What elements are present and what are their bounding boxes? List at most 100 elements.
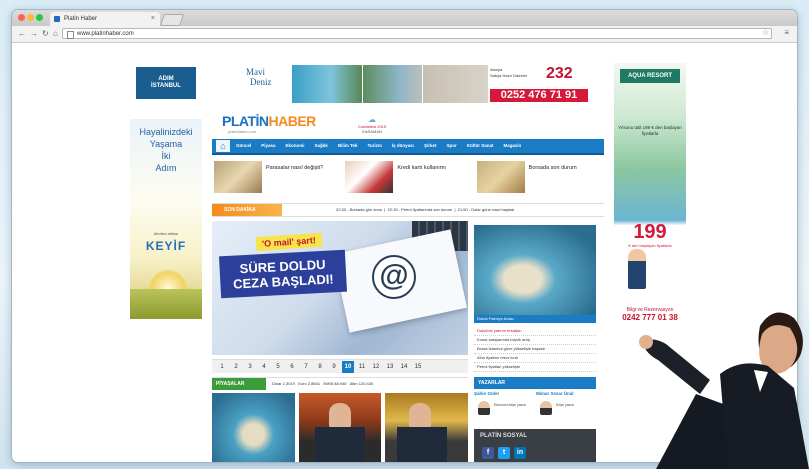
weather-city: KARAMAN bbox=[362, 129, 382, 134]
page-number-button[interactable]: 2 bbox=[230, 361, 242, 373]
page-number-button[interactable]: 9 bbox=[328, 361, 340, 373]
page-number-button[interactable]: 11 bbox=[356, 361, 368, 373]
featured-item[interactable]: Parasalar nasıl değişti? bbox=[214, 159, 339, 197]
ticker-item[interactable]: 22:30 - Borsada gün sonu bbox=[336, 207, 382, 212]
author-card[interactable]: Mimar Sezar Ünal Köşe yazısı bbox=[536, 391, 596, 425]
bottom-news-image[interactable] bbox=[212, 393, 295, 462]
back-icon[interactable]: ← bbox=[18, 29, 26, 39]
weather-widget: ☁ Cumartesi 2015 KARAMAN bbox=[342, 115, 402, 135]
side-news-item[interactable]: Dubai'de yatırım fırsatları bbox=[474, 327, 596, 336]
nav-item[interactable]: Ekonomi bbox=[286, 139, 305, 153]
ad-line: Hayalinizdeki bbox=[139, 127, 193, 137]
side-news-item[interactable]: Altın fiyatları rekor kırdı bbox=[474, 354, 596, 363]
page-number-button[interactable]: 4 bbox=[258, 361, 270, 373]
browser-tab[interactable]: Platin Haber × bbox=[50, 12, 160, 26]
page-number-button[interactable]: 12 bbox=[370, 361, 382, 373]
person-image bbox=[628, 249, 646, 289]
page-number-button[interactable]: 13 bbox=[384, 361, 396, 373]
favicon-icon bbox=[54, 16, 60, 22]
resort-photo-strip bbox=[292, 65, 488, 103]
authors-section: Şahin Güler Ekonomi köşe yazısı Mimar Se… bbox=[474, 391, 596, 425]
ticker-item[interactable]: 21:50 - Dolar güne nasıl başladı bbox=[458, 207, 515, 212]
market-value: Altın 120,430 bbox=[349, 381, 374, 386]
nav-item[interactable]: Şirket bbox=[424, 139, 437, 153]
palm-island-image[interactable] bbox=[474, 225, 596, 315]
ticker-item[interactable]: 22:15 - Petrol fiyatlarında son durum bbox=[388, 207, 453, 212]
forward-icon[interactable]: → bbox=[30, 29, 38, 39]
logo-main-text: PLATİN bbox=[222, 113, 269, 129]
page-number-button[interactable]: 8 bbox=[314, 361, 326, 373]
side-news-item[interactable]: Petrol fiyatları yükselişte bbox=[474, 363, 596, 372]
bottom-news-image[interactable] bbox=[385, 393, 469, 462]
side-news-item[interactable]: Konut satışlarında büyük artış bbox=[474, 336, 596, 345]
ad-text: İSTANBUL bbox=[151, 83, 181, 89]
logo-text: Deniz bbox=[250, 77, 272, 87]
home-icon[interactable]: ⌂ bbox=[53, 29, 58, 39]
featured-item[interactable]: Borsada son durum bbox=[476, 159, 602, 197]
breaking-news-ticker[interactable]: 22:30 - Borsada gün sonu | 22:15 - Petro… bbox=[336, 204, 514, 216]
featured-strip: Parasalar nasıl değişti? Kredi kartı kul… bbox=[212, 159, 604, 197]
page-number-button[interactable]: 6 bbox=[286, 361, 298, 373]
market-value: İMKB 88.945 bbox=[323, 381, 347, 386]
new-tab-button[interactable] bbox=[159, 14, 185, 26]
site-logo[interactable]: PLATİNHABER bbox=[222, 113, 316, 129]
nav-item[interactable]: Spor bbox=[446, 139, 456, 153]
featured-item[interactable]: Kredi kartı kullanımı bbox=[345, 159, 470, 197]
nav-item[interactable]: Sağlık bbox=[315, 139, 328, 153]
nav-item[interactable]: Kültür Sanat bbox=[467, 139, 494, 153]
adim-istanbul-ad[interactable]: ADIM İSTANBUL bbox=[136, 67, 196, 99]
nav-item[interactable]: Güncel bbox=[236, 139, 251, 153]
bookmark-star-icon[interactable]: ☆ bbox=[762, 28, 769, 37]
nav-item[interactable]: Bilim Tek bbox=[338, 139, 358, 153]
author-card[interactable]: Şahin Güler Ekonomi köşe yazısı bbox=[474, 391, 534, 425]
aqua-resort-ad[interactable]: AQUA RESORT Yılsonu tatil 199 € den başl… bbox=[614, 63, 686, 325]
side-news-item[interactable]: Borsa İstanbul güne yükselişle başladı bbox=[474, 345, 596, 354]
promo-text: Yılsonu tatil 199 € den başlayan fiyatla… bbox=[618, 125, 682, 136]
person-face-image bbox=[409, 403, 432, 429]
mavi-deniz-logo: Mavi Deniz bbox=[232, 67, 292, 99]
close-window-icon[interactable] bbox=[18, 14, 25, 21]
author-name: Mimar Sezar Ünal bbox=[536, 391, 574, 396]
news-site: Mavi Deniz Alanya Satışa Hazır Daireler … bbox=[212, 63, 604, 462]
keyif-ad[interactable]: Hayalinizdeki Yaşama İki Adım Afortea ad… bbox=[130, 119, 202, 319]
page-number-button[interactable]: 3 bbox=[244, 361, 256, 373]
money-image bbox=[214, 161, 262, 193]
maximize-window-icon[interactable] bbox=[36, 14, 43, 21]
side-news-list: Dubai'de yatırım fırsatları Konut satışl… bbox=[474, 327, 596, 372]
page-number-button[interactable]: 1 bbox=[216, 361, 228, 373]
author-title: Ekonomi köşe yazısı bbox=[494, 403, 527, 407]
businessman-pointing-image bbox=[639, 312, 809, 469]
page-number-button[interactable]: 15 bbox=[412, 361, 424, 373]
twitter-icon[interactable]: t bbox=[498, 447, 510, 459]
minimize-window-icon[interactable] bbox=[27, 14, 34, 21]
nav-items: Güncel Piyasa Ekonomi Sağlık Bilim Tek Turizm… bbox=[236, 139, 521, 153]
page-number-button[interactable]: 7 bbox=[300, 361, 312, 373]
page-number-button[interactable]: 5 bbox=[272, 361, 284, 373]
banner-phone: 0252 476 71 91 bbox=[490, 89, 588, 102]
nav-item[interactable]: Magazin bbox=[503, 139, 521, 153]
author-name: Şahin Güler bbox=[474, 391, 500, 396]
nav-item[interactable]: İş dünyası bbox=[392, 139, 414, 153]
cloud-icon: ☁ bbox=[368, 115, 376, 124]
markets-bar: PİYASALAR Dolar 2,3019 Euro 2,8841 İMKB … bbox=[212, 377, 468, 390]
at-sign-icon: @ bbox=[372, 255, 416, 299]
page-number-button[interactable]: 10 bbox=[342, 360, 354, 373]
page-number-button[interactable]: 14 bbox=[398, 361, 410, 373]
nav-item[interactable]: Piyasa bbox=[261, 139, 275, 153]
top-banner-ad[interactable]: Mavi Deniz Alanya Satışa Hazır Daireler … bbox=[212, 63, 604, 105]
headline-slider[interactable]: @ 'O mail' şart! SÜRE DOLDU CEZA BAŞLADI… bbox=[212, 221, 468, 355]
field-image bbox=[130, 289, 202, 319]
address-bar[interactable]: www.platinhaber.com bbox=[62, 28, 772, 39]
home-nav-icon[interactable]: ⌂ bbox=[216, 140, 230, 152]
facebook-icon[interactable]: f bbox=[482, 447, 494, 459]
person-suit-image bbox=[397, 427, 448, 462]
nav-item[interactable]: Turizm bbox=[368, 139, 382, 153]
logo-subtitle: platinhaber.com bbox=[228, 129, 257, 134]
reload-icon[interactable]: ↻ bbox=[42, 29, 49, 39]
ad-small-text: Afortea adlası bbox=[153, 231, 179, 236]
linkedin-icon[interactable]: in bbox=[514, 447, 526, 459]
bottom-news-image[interactable] bbox=[298, 393, 382, 462]
tab-bar: Platin Haber × bbox=[12, 10, 797, 26]
close-tab-icon[interactable]: × bbox=[151, 12, 155, 26]
menu-icon[interactable]: ≡ bbox=[784, 28, 789, 37]
